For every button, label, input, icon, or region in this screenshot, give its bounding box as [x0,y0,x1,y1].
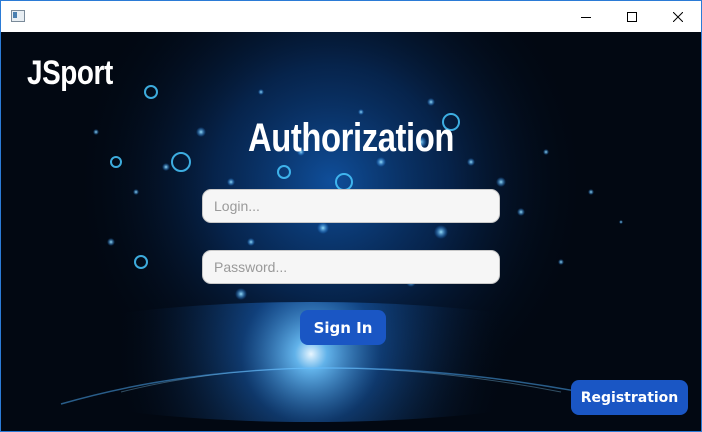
bokeh-light [434,225,448,239]
app-logo: JSport [27,54,113,92]
app-window: JSport Authorization Sign In Registratio… [0,0,702,432]
close-button[interactable] [655,1,701,32]
bokeh-light [517,208,525,216]
bokeh-light [162,163,170,171]
bokeh-light [588,189,594,195]
title-bar[interactable] [1,1,701,32]
app-icon [11,10,25,22]
bokeh-light [427,98,435,106]
bokeh-light [107,238,115,246]
minimize-icon [581,16,591,18]
bokeh-light [247,238,255,246]
bokeh-light [258,89,264,95]
bokeh-light [619,220,623,224]
bokeh-light [133,189,139,195]
bokeh-light [358,109,364,115]
bokeh-light [558,259,564,265]
login-input[interactable] [202,189,500,223]
bokeh-light [496,177,506,187]
registration-button[interactable]: Registration [571,380,688,415]
bokeh-light [317,222,329,234]
close-icon [673,11,683,22]
minimize-button[interactable] [563,1,609,32]
password-input[interactable] [202,250,500,284]
bokeh-light [235,288,247,300]
sign-in-button[interactable]: Sign In [300,310,386,345]
login-screen: JSport Authorization Sign In Registratio… [1,32,701,431]
maximize-button[interactable] [609,1,655,32]
page-title: Authorization [247,116,454,160]
bokeh-light [227,178,235,186]
maximize-icon [627,11,637,22]
